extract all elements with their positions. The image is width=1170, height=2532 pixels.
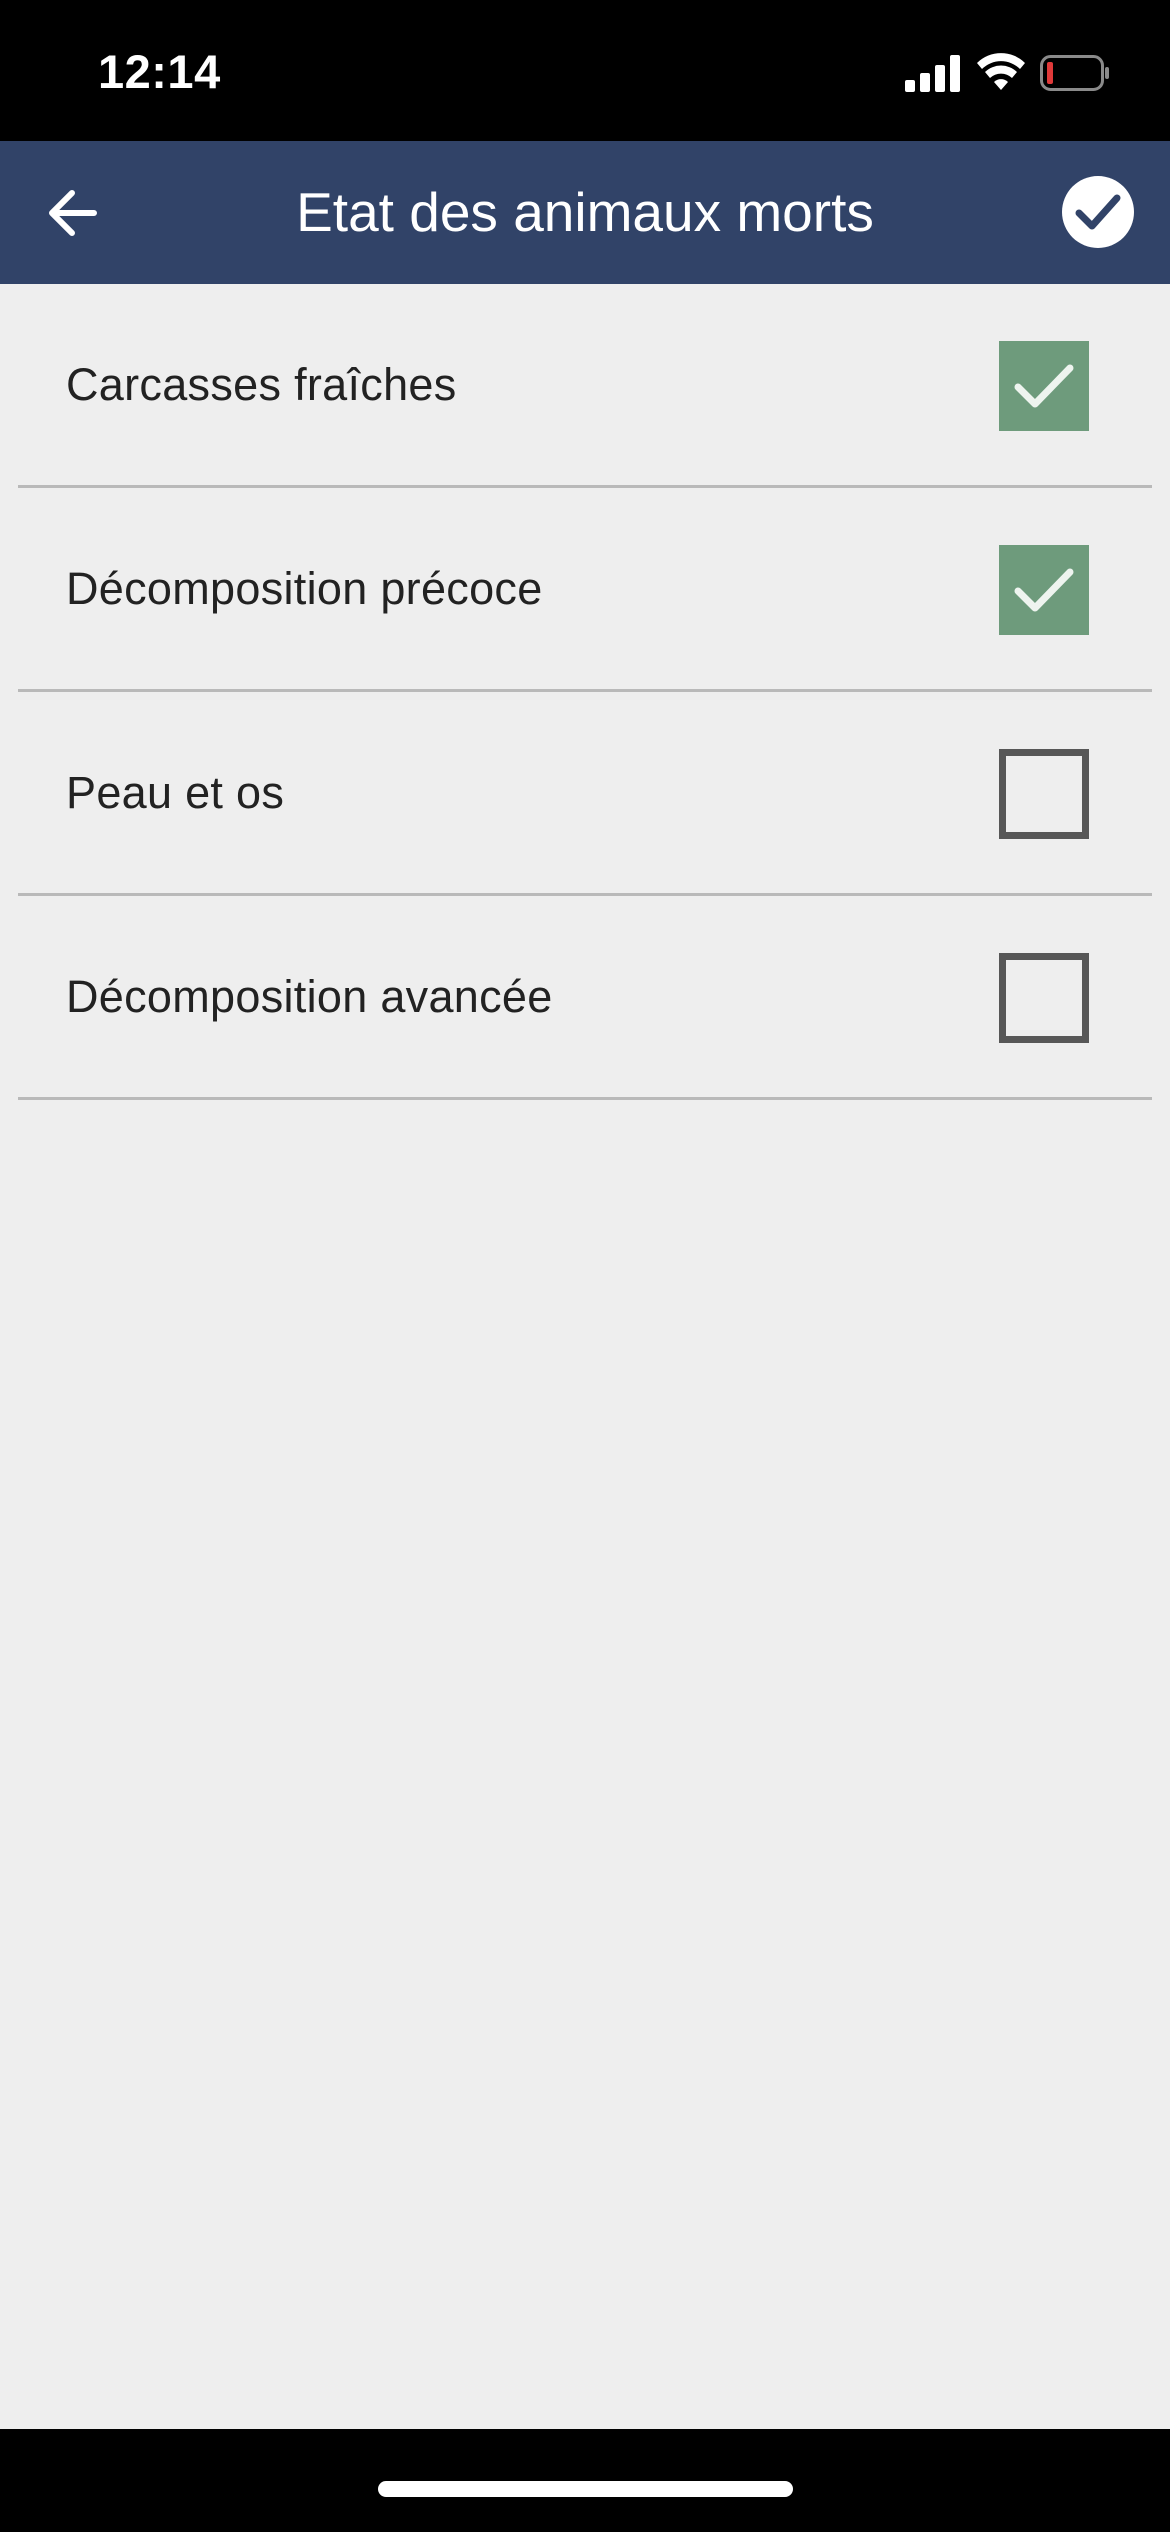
screen: 12:14 Etat des animaux morts Carcasses f… <box>0 0 1170 2532</box>
list-item[interactable]: Peau et os <box>0 692 1170 896</box>
arrow-left-icon <box>49 190 97 236</box>
app-header: Etat des animaux morts <box>0 141 1170 284</box>
confirm-button[interactable] <box>1062 176 1134 248</box>
item-label: Décomposition précoce <box>66 563 543 614</box>
list-item[interactable]: Carcasses fraîches <box>0 284 1170 488</box>
page-title: Etat des animaux morts <box>296 181 874 243</box>
checkmark-icon <box>1014 568 1074 612</box>
back-button[interactable] <box>28 173 116 253</box>
status-bar: 12:14 <box>0 0 1170 141</box>
checkmark-icon <box>1014 364 1074 408</box>
home-indicator[interactable] <box>378 2481 793 2497</box>
item-label: Décomposition avancée <box>66 971 553 1022</box>
checkbox-checked[interactable] <box>999 545 1089 635</box>
checkbox-unchecked[interactable] <box>999 749 1089 839</box>
list-item[interactable]: Décomposition précoce <box>0 488 1170 692</box>
checkbox-unchecked[interactable] <box>999 953 1089 1043</box>
checkbox-checked[interactable] <box>999 341 1089 431</box>
item-label: Peau et os <box>66 767 285 818</box>
list-item[interactable]: Décomposition avancée <box>0 896 1170 1100</box>
option-list: Carcasses fraîches Décomposition précoce… <box>0 284 1170 1100</box>
check-circle-icon <box>1075 194 1121 230</box>
battery-icon <box>1040 55 1110 91</box>
signal-icon <box>905 54 961 92</box>
status-time: 12:14 <box>98 45 221 98</box>
item-label: Carcasses fraîches <box>66 359 457 410</box>
wifi-icon <box>976 50 1026 92</box>
